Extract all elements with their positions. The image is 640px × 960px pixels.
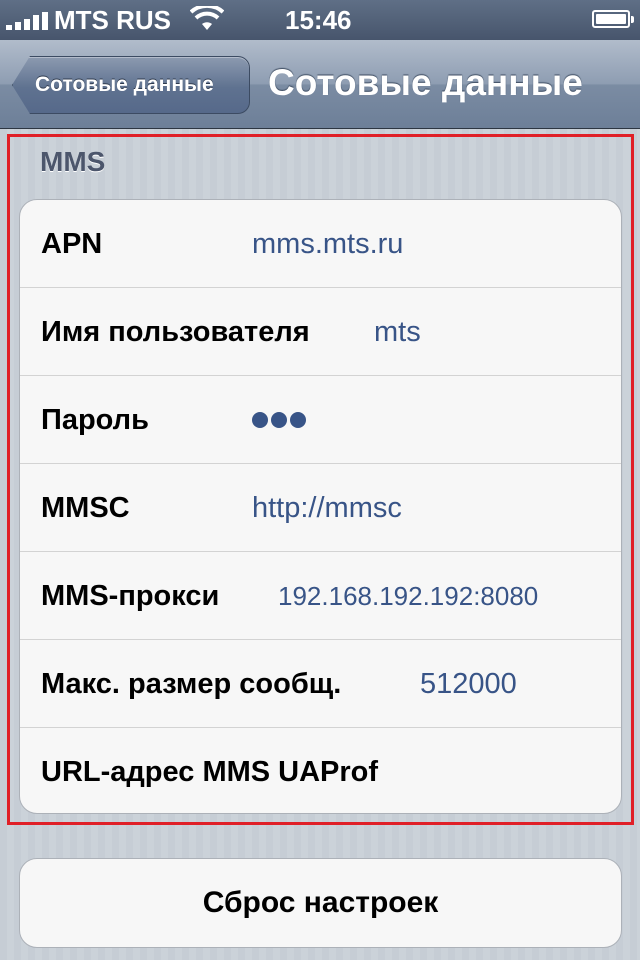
section-header-mms: MMS: [40, 146, 106, 177]
mms-proxy-field[interactable]: 192.168.192.192:8080: [278, 552, 538, 640]
max-message-size-label: Макс. размер сообщ.: [41, 668, 342, 700]
username-field[interactable]: mts: [374, 288, 421, 376]
wifi-icon: [190, 6, 224, 30]
password-label: Пароль: [41, 404, 149, 436]
navigation-bar: Сотовые данные Сотовые данные: [0, 40, 640, 129]
uaprof-url-row[interactable]: URL-адрес MMS UAProf: [20, 728, 621, 813]
max-message-size-field[interactable]: 512000: [420, 640, 517, 728]
page-title: Сотовые данные: [268, 62, 583, 103]
apn-row[interactable]: APN mms.mts.ru: [20, 200, 621, 288]
mms-settings-group: APN mms.mts.ru Имя пользователя mts Паро…: [19, 199, 622, 814]
status-bar: MTS RUS 15:46: [0, 0, 640, 40]
battery-icon: [592, 10, 634, 28]
carrier-name: MTS RUS: [54, 5, 171, 35]
max-message-size-row[interactable]: Макс. размер сообщ. 512000: [20, 640, 621, 728]
uaprof-url-label: URL-адрес MMS UAProf: [41, 756, 379, 788]
mmsc-label: MMSC: [41, 492, 130, 524]
username-row[interactable]: Имя пользователя mts: [20, 288, 621, 376]
mms-proxy-label: MMS-прокси: [41, 580, 220, 612]
apn-label: APN: [41, 228, 103, 260]
clock: 15:46: [285, 5, 352, 35]
back-button[interactable]: Сотовые данные: [12, 56, 250, 114]
mmsc-row[interactable]: MMSC http://mmsc: [20, 464, 621, 552]
password-field[interactable]: [252, 412, 309, 433]
mms-proxy-row[interactable]: MMS-прокси 192.168.192.192:8080: [20, 552, 621, 640]
mmsc-field[interactable]: http://mmsc: [252, 464, 402, 552]
apn-field[interactable]: mms.mts.ru: [252, 200, 403, 288]
password-row[interactable]: Пароль: [20, 376, 621, 464]
reset-settings-button[interactable]: Сброс настроек: [19, 858, 622, 948]
username-label: Имя пользователя: [41, 316, 310, 348]
signal-bars-icon: [6, 12, 48, 30]
